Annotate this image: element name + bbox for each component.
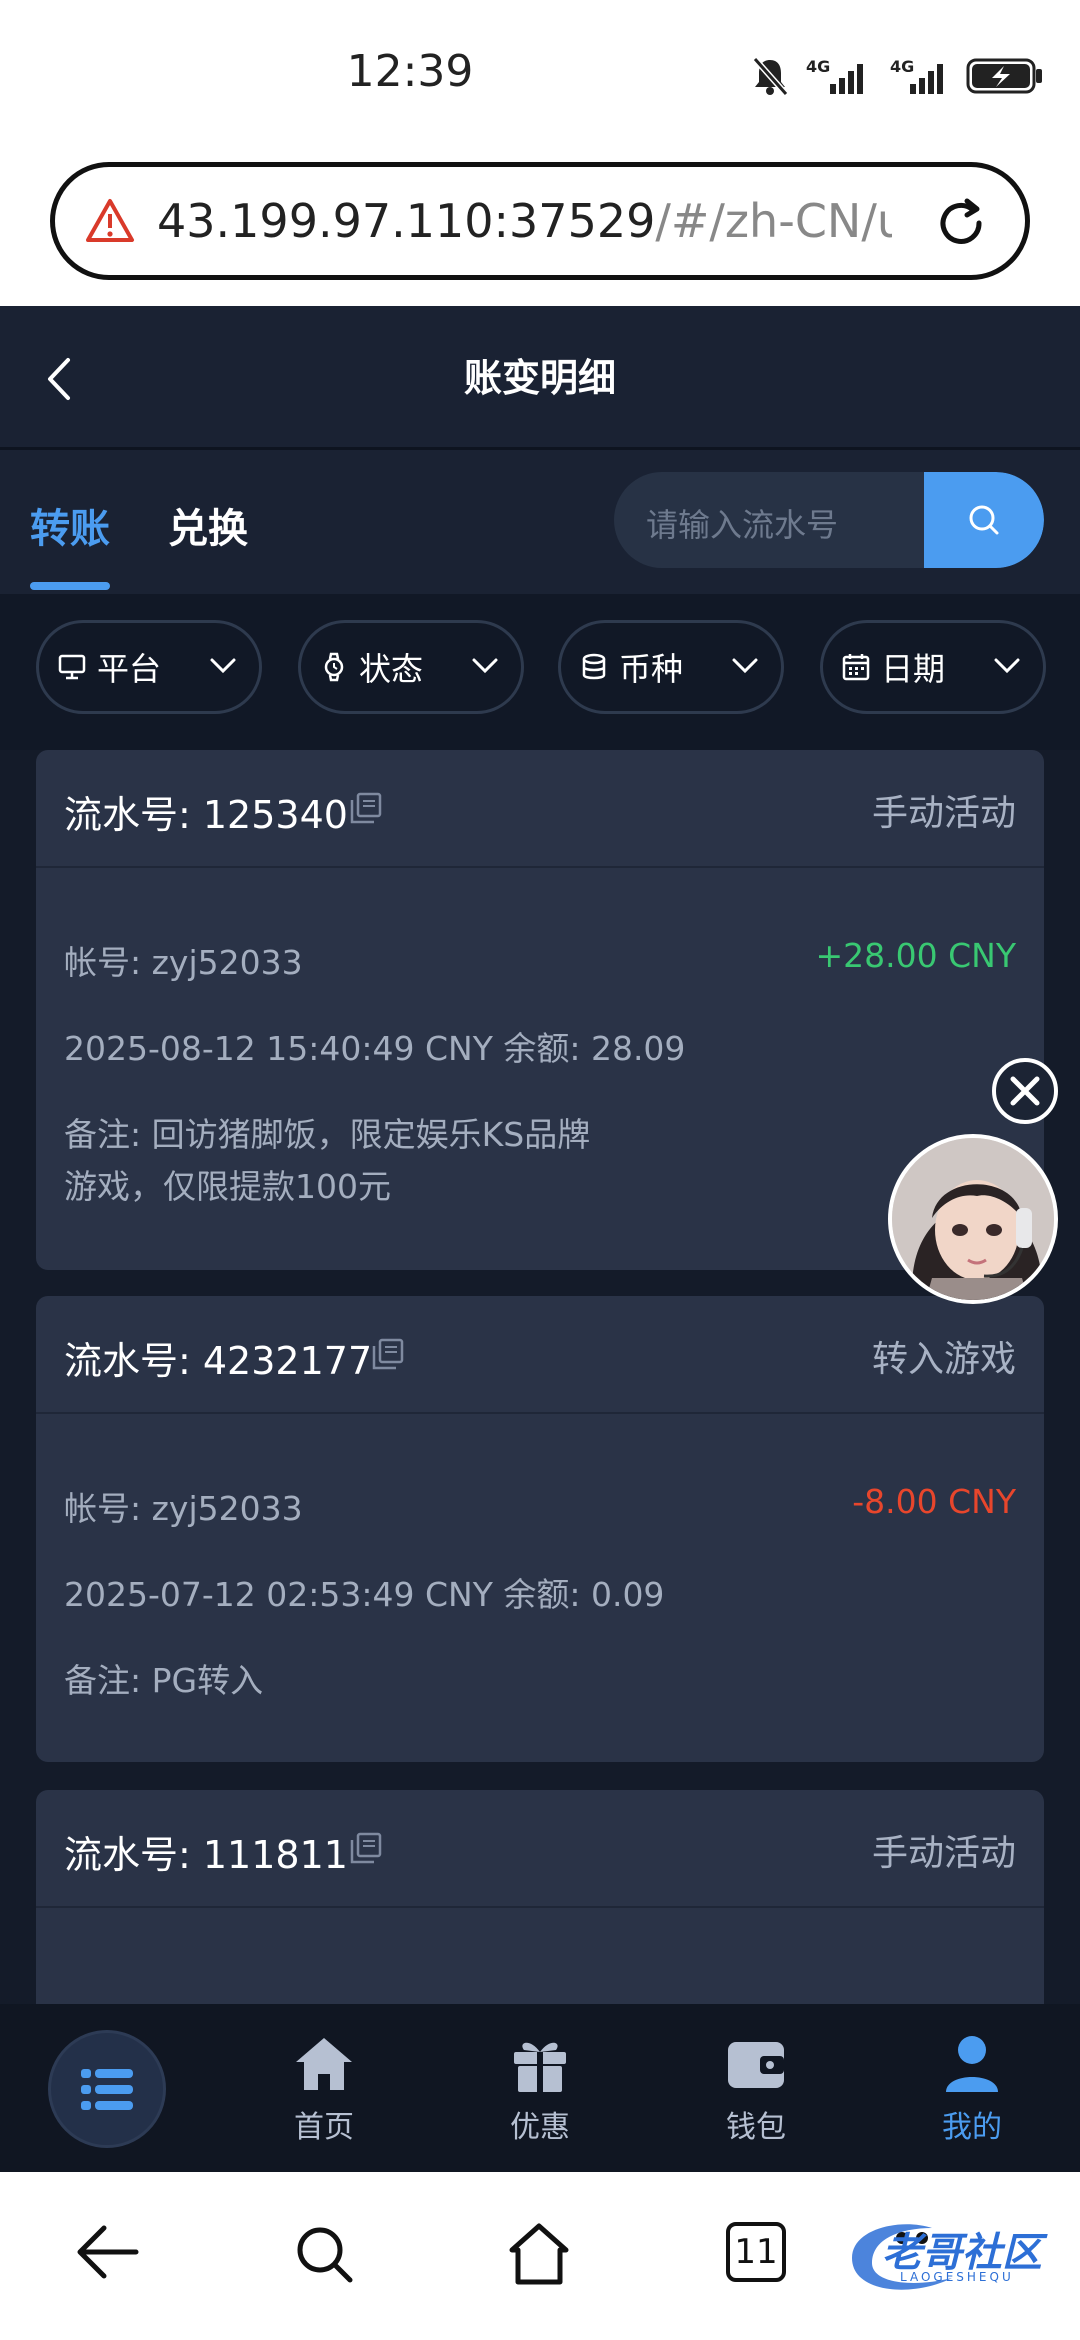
search-input[interactable]: 请输入流水号: [646, 500, 838, 546]
active-tab-indicator: [30, 582, 110, 590]
copy-icon[interactable]: [370, 1336, 406, 1372]
back-arrow-icon[interactable]: [44, 356, 74, 402]
page-title: 账变明细: [463, 356, 616, 400]
chevron-down-icon: [210, 658, 236, 674]
svg-text:4G: 4G: [890, 57, 914, 76]
record-amount: +28.00 CNY: [815, 936, 1017, 975]
monitor-icon: [58, 654, 86, 680]
watch-icon: [324, 652, 344, 682]
nav-profile[interactable]: 我的: [902, 2034, 1042, 2146]
serial-number: 流水号: 125340: [64, 793, 348, 837]
nav-profile-label: 我的: [942, 2110, 1002, 2145]
browser-bottom-bar: 11 老哥社区 LAOGESHEQU: [0, 2172, 1080, 2340]
record-account: 帐号: zyj52033: [64, 1489, 303, 1528]
menu-button[interactable]: [48, 2030, 166, 2148]
record-card-header: 流水号: 4232177 转入游戏: [36, 1296, 1044, 1414]
record-amount: -8.00 CNY: [852, 1482, 1016, 1521]
record-card-header: 流水号: 125340 手动活动: [36, 750, 1044, 868]
status-bar: 12:39 4G 4G: [0, 0, 1080, 150]
filter-platform[interactable]: 平台: [36, 620, 262, 714]
filter-currency[interactable]: 币种: [558, 620, 784, 714]
copy-icon[interactable]: [348, 790, 384, 826]
record-card-header: 流水号: 111811 手动活动: [36, 1790, 1044, 1908]
copy-icon[interactable]: [348, 1830, 384, 1866]
record-type: 手动活动: [871, 793, 1016, 834]
record-card[interactable]: 流水号: 111811 手动活动: [36, 1790, 1044, 2030]
nav-home[interactable]: 首页: [254, 2034, 394, 2146]
home-icon[interactable]: [506, 2222, 572, 2286]
record-datetime-balance: 2025-08-12 15:40:49 CNY 余额: 28.09: [64, 1029, 686, 1068]
user-icon: [946, 2036, 998, 2092]
nav-wallet-label: 钱包: [726, 2110, 786, 2145]
tabs-bar: 转账 兑换 请输入流水号: [0, 450, 1080, 594]
mute-bell-icon: [752, 57, 788, 96]
watermark-subtext: LAOGESHEQU: [900, 2270, 1014, 2284]
search-icon: [969, 505, 999, 535]
search-button[interactable]: [924, 472, 1044, 568]
nav-home-label: 首页: [294, 2110, 354, 2145]
record-note-cont: 游戏，仅限提款100元: [64, 1167, 391, 1206]
home-icon: [296, 2038, 352, 2090]
filter-currency-label: 币种: [619, 650, 684, 688]
search-box[interactable]: 请输入流水号: [614, 472, 1044, 568]
record-account: 帐号: zyj52033: [64, 943, 303, 982]
signal-4g-icon: 4G: [890, 57, 943, 94]
watermark-logo: 老哥社区 LAOGESHEQU: [842, 2208, 1072, 2298]
record-note: 备注: PG转入: [64, 1661, 264, 1700]
url-path: /#/zh-CN/use: [655, 194, 892, 248]
nav-wallet[interactable]: 钱包: [686, 2034, 826, 2146]
record-type: 转入游戏: [871, 1339, 1016, 1380]
chevron-down-icon: [732, 658, 758, 674]
address-bar[interactable]: 43.199.97.110:37529/#/zh-CN/use: [50, 162, 1030, 280]
signal-4g-icon: 4G: [806, 57, 863, 94]
battery-charging-icon: [966, 58, 1042, 94]
database-icon: [582, 653, 606, 680]
bottom-navigation: 首页 优惠 钱包 我的: [0, 2004, 1080, 2172]
chevron-down-icon: [994, 658, 1020, 674]
nav-promotions[interactable]: 优惠: [470, 2034, 610, 2146]
floating-close-button[interactable]: [992, 1058, 1058, 1124]
wallet-icon: [728, 2042, 784, 2088]
filter-status[interactable]: 状态: [298, 620, 524, 714]
back-icon[interactable]: [74, 2222, 140, 2282]
filter-status-label: 状态: [359, 650, 424, 688]
nav-promotions-label: 优惠: [510, 2110, 570, 2145]
calendar-icon: [842, 654, 870, 681]
search-icon[interactable]: [292, 2222, 356, 2286]
url-text[interactable]: 43.199.97.110:37529/#/zh-CN/use: [157, 194, 892, 248]
warning-icon[interactable]: [85, 196, 135, 246]
filter-date[interactable]: 日期: [820, 620, 1046, 714]
filter-platform-label: 平台: [97, 650, 162, 688]
status-time: 12:39: [346, 46, 474, 97]
reload-icon[interactable]: [931, 193, 991, 253]
gift-icon: [514, 2042, 566, 2092]
serial-number: 流水号: 4232177: [64, 1339, 373, 1383]
customer-service-avatar[interactable]: [888, 1134, 1058, 1304]
status-icons: 4G 4G: [752, 56, 1044, 96]
filter-bar: 平台 状态 币种 日期: [0, 594, 1080, 750]
agent-avatar-icon: [892, 1138, 1054, 1300]
record-type: 手动活动: [871, 1833, 1016, 1874]
tab-exchange[interactable]: 兑换: [168, 496, 248, 554]
record-datetime-balance: 2025-07-12 02:53:49 CNY 余额: 0.09: [64, 1575, 665, 1614]
filter-date-label: 日期: [881, 650, 946, 688]
close-icon: [1010, 1076, 1040, 1106]
list-menu-icon: [81, 2069, 133, 2110]
url-host: 43.199.97.110:37529: [157, 194, 656, 248]
svg-text:4G: 4G: [806, 57, 830, 76]
chevron-down-icon: [472, 658, 498, 674]
tab-transfer[interactable]: 转账: [30, 496, 110, 554]
record-card[interactable]: 流水号: 4232177 转入游戏 帐号: zyj52033 -8.00 CNY…: [36, 1296, 1044, 1762]
tabs-button[interactable]: 11: [726, 2222, 786, 2282]
page-header: 账变明细: [0, 306, 1080, 450]
serial-number: 流水号: 111811: [64, 1833, 348, 1877]
record-note: 备注: 回访猪脚饭，限定娱乐KS品牌: [64, 1115, 591, 1154]
